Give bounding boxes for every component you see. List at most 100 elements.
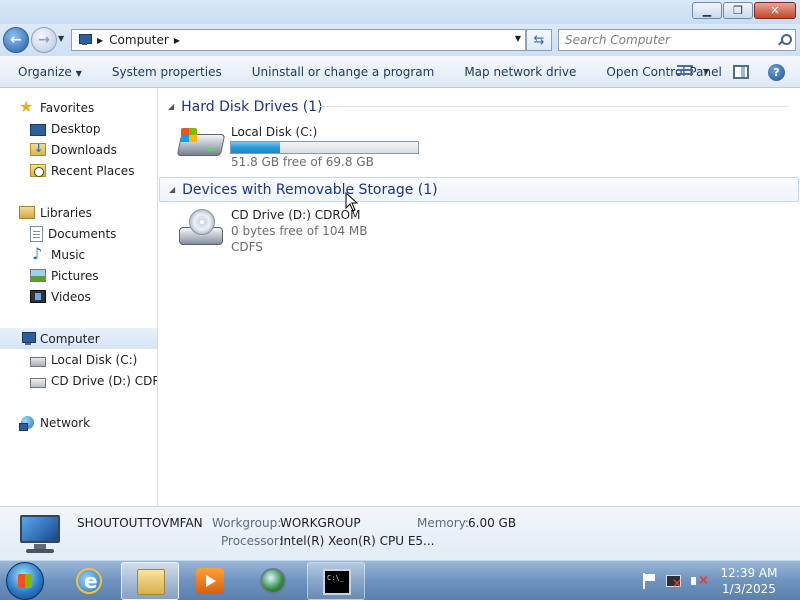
breadcrumb-arrow-icon[interactable]: ▶ [97, 36, 103, 45]
hard-disk-icon [30, 356, 46, 367]
search-placeholder: Search Computer [565, 33, 670, 47]
network-disconnected-icon[interactable] [665, 573, 682, 590]
forward-arrow-icon: → [38, 32, 50, 48]
refresh-icon: ⇆ [533, 32, 545, 48]
breadcrumb-computer[interactable]: Computer [109, 33, 169, 47]
windows-explorer-icon [137, 569, 165, 595]
nav-network[interactable]: Network [19, 412, 90, 433]
computer-icon [76, 34, 92, 46]
nav-local-disk[interactable]: Local Disk (C:) [30, 349, 137, 370]
navigation-pane: Favorites Desktop Downloads Recent Place… [0, 88, 158, 506]
taskbar-windows-explorer[interactable] [121, 562, 179, 600]
system-tray [640, 573, 715, 590]
view-options-dropdown[interactable]: ▼ [703, 67, 709, 76]
change-view-icon[interactable] [677, 65, 693, 79]
libraries-icon [19, 206, 35, 219]
drive-free-space: 0 bytes free of 104 MB [231, 224, 368, 238]
workgroup-value: WORKGROUP [280, 516, 361, 530]
computer-icon [19, 331, 36, 347]
address-dropdown-icon[interactable]: ▼ [515, 34, 521, 43]
address-row: ← → ▼ ▶ Computer ▶ ▼ ⇆ Search Computer [0, 24, 800, 56]
chevron-down-icon: ▼ [75, 68, 82, 78]
taskbar-internet-explorer[interactable] [61, 562, 119, 600]
clock[interactable]: 12:39 AM 1/3/2025 [712, 565, 786, 597]
globe-icon [260, 568, 286, 594]
map-network-drive-button[interactable]: Map network drive [449, 65, 591, 79]
cd-drive-icon [177, 209, 227, 247]
music-icon [30, 244, 46, 263]
group-divider [319, 106, 789, 107]
drive-filesystem: CDFS [231, 240, 263, 254]
group-header-hard-disk-drives[interactable]: ◢ Hard Disk Drives (1) [159, 94, 323, 119]
drive-name: CD Drive (D:) CDROM [231, 208, 361, 222]
cd-drive-icon [30, 377, 46, 388]
capacity-bar [230, 141, 419, 154]
taskbar-command-prompt[interactable] [307, 562, 365, 600]
taskbar-network-app[interactable] [245, 562, 303, 600]
refresh-button[interactable]: ⇆ [526, 29, 552, 51]
window-controls: ▁ ❐ ✕ [691, 2, 796, 19]
taskbar: 12:39 AM 1/3/2025 [0, 560, 800, 600]
action-center-flag-icon[interactable] [640, 573, 656, 589]
nav-documents[interactable]: Documents [30, 223, 116, 244]
recent-places-icon [30, 164, 46, 177]
pictures-icon [30, 269, 46, 282]
back-arrow-icon: ← [10, 32, 22, 48]
system-properties-button[interactable]: System properties [97, 65, 237, 79]
network-icon [19, 415, 35, 431]
nav-cd-drive[interactable]: CD Drive (D:) CDROM [30, 370, 157, 391]
nav-music[interactable]: Music [30, 244, 85, 265]
nav-recent-places[interactable]: Recent Places [30, 160, 134, 181]
capacity-bar-fill [231, 142, 280, 153]
start-button[interactable] [6, 562, 44, 600]
workgroup-label: Workgroup: [212, 516, 282, 530]
breadcrumb-arrow-icon[interactable]: ▶ [174, 36, 180, 45]
desktop-icon [30, 123, 46, 136]
drive-name: Local Disk (C:) [231, 125, 318, 139]
volume-muted-icon[interactable] [690, 573, 709, 589]
downloads-folder-icon [30, 142, 46, 156]
windows-logo-icon [181, 128, 197, 142]
group-header-removable-storage[interactable]: ◢ Devices with Removable Storage (1) [159, 177, 799, 202]
close-button[interactable]: ✕ [754, 2, 796, 19]
uninstall-program-button[interactable]: Uninstall or change a program [237, 65, 450, 79]
computer-monitor-icon [18, 515, 62, 555]
collapse-triangle-icon[interactable]: ◢ [168, 102, 174, 111]
hard-disk-icon [176, 124, 227, 162]
memory-label: Memory: [417, 516, 469, 530]
processor-label: Processor: [221, 534, 283, 548]
processor-value: Intel(R) Xeon(R) CPU E5... [280, 534, 435, 548]
nav-computer[interactable]: Computer [0, 328, 157, 349]
nav-downloads[interactable]: Downloads [30, 139, 117, 160]
organize-button[interactable]: Organize ▼ [0, 65, 97, 79]
recent-pages-dropdown[interactable]: ▼ [58, 34, 64, 43]
details-pane: SHOUTOUTTOVMFAN Workgroup: WORKGROUP Mem… [0, 506, 800, 560]
media-player-icon [196, 568, 224, 594]
nav-pictures[interactable]: Pictures [30, 265, 99, 286]
videos-icon [30, 290, 46, 303]
computer-name: SHOUTOUTTOVMFAN [77, 516, 203, 530]
nav-favorites[interactable]: Favorites [19, 97, 94, 118]
search-icon[interactable] [778, 34, 792, 46]
preview-pane-icon[interactable] [733, 65, 749, 79]
restore-button[interactable]: ❐ [723, 2, 753, 19]
internet-explorer-icon [76, 568, 102, 594]
minimize-button[interactable]: ▁ [692, 2, 722, 19]
title-bar: ▁ ❐ ✕ [0, 0, 800, 24]
help-icon[interactable]: ? [768, 64, 785, 81]
nav-desktop[interactable]: Desktop [30, 118, 101, 139]
collapse-triangle-icon[interactable]: ◢ [169, 185, 175, 194]
star-icon [19, 97, 35, 116]
memory-value: 6.00 GB [468, 516, 517, 530]
forward-button[interactable]: → [31, 27, 57, 53]
nav-videos[interactable]: Videos [30, 286, 91, 307]
taskbar-media-player[interactable] [181, 562, 239, 600]
nav-libraries[interactable]: Libraries [19, 202, 92, 223]
content-pane: ◢ Hard Disk Drives (1) Local Disk (C:) 5… [159, 88, 800, 506]
clock-date: 1/3/2025 [722, 582, 776, 596]
address-bar[interactable]: ▶ Computer ▶ ▼ [71, 29, 526, 51]
drive-free-space: 51.8 GB free of 69.8 GB [231, 155, 374, 169]
search-input[interactable]: Search Computer [558, 29, 796, 51]
open-control-panel-button[interactable]: Open Control Panel [591, 65, 736, 79]
back-button[interactable]: ← [3, 27, 29, 53]
